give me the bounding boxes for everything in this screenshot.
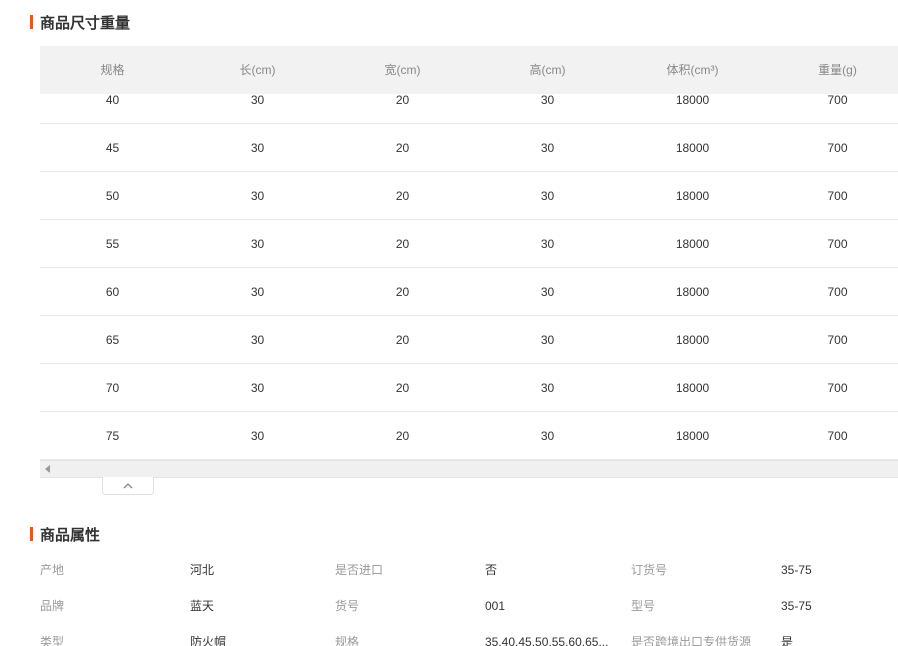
table-cell: 18000 bbox=[675, 141, 710, 155]
table-cell: 20 bbox=[395, 141, 410, 155]
size-header-cell: 体积(cm³) bbox=[666, 63, 719, 77]
size-table-header: 规格 长(cm) 宽(cm) 高(cm) 体积(cm³) 重量(g) bbox=[40, 46, 898, 94]
table-cell: 30 bbox=[250, 237, 265, 251]
attribute-row: 产地 河北 是否进口 否 订货号 35-75 bbox=[40, 552, 898, 588]
table-cell: 30 bbox=[540, 285, 555, 299]
attribute-key: 是否跨境出口专供货源 bbox=[631, 635, 752, 646]
table-cell: 30 bbox=[250, 141, 265, 155]
attribute-value: 35,40,45,50,55,60,65... bbox=[485, 635, 609, 646]
attribute-row: 品牌 蓝天 货号 001 型号 35-75 bbox=[40, 588, 898, 624]
size-table-body[interactable]: 40 30 20 30 18000 700 45 30 20 30 18000 700 50 30 20 30… bbox=[40, 94, 898, 460]
title-accent-bar bbox=[30, 527, 33, 541]
table-cell: 700 bbox=[827, 381, 848, 395]
table-cell: 20 bbox=[395, 94, 410, 107]
table-cell: 30 bbox=[540, 94, 555, 107]
table-cell: 18000 bbox=[675, 237, 710, 251]
size-header-cell: 高(cm) bbox=[529, 63, 566, 77]
size-table: 规格 长(cm) 宽(cm) 高(cm) 体积(cm³) 重量(g) 40 30 20 30 18… bbox=[40, 46, 898, 460]
size-header-cell: 长(cm) bbox=[239, 63, 276, 77]
table-cell: 18000 bbox=[675, 189, 710, 203]
table-cell: 50 bbox=[105, 189, 120, 203]
size-table-rows: 40 30 20 30 18000 700 45 30 20 30 18000 700 50 30 20 30… bbox=[40, 94, 898, 460]
table-cell: 700 bbox=[827, 237, 848, 251]
table-cell: 30 bbox=[250, 189, 265, 203]
table-cell: 20 bbox=[395, 381, 410, 395]
table-row: 70 30 20 30 18000 700 bbox=[40, 364, 898, 412]
table-row: 55 30 20 30 18000 700 bbox=[40, 220, 898, 268]
title-accent-bar bbox=[30, 15, 33, 29]
table-cell: 30 bbox=[250, 94, 265, 107]
attribute-grid: 产地 河北 是否进口 否 订货号 35-75 品牌 蓝天 货号 001 型号 35-75 类型 防火帽 规格… bbox=[40, 552, 898, 646]
table-cell: 700 bbox=[827, 285, 848, 299]
attribute-key: 产地 bbox=[40, 563, 65, 577]
table-cell: 700 bbox=[827, 429, 848, 443]
attribute-value: 河北 bbox=[190, 563, 215, 577]
table-cell: 20 bbox=[395, 429, 410, 443]
size-header-cell: 重量(g) bbox=[818, 63, 857, 77]
table-cell: 30 bbox=[540, 429, 555, 443]
table-cell: 75 bbox=[105, 429, 120, 443]
attribute-key: 货号 bbox=[335, 599, 360, 613]
table-cell: 30 bbox=[250, 333, 265, 347]
table-cell: 40 bbox=[105, 94, 120, 107]
attribute-value: 35-75 bbox=[781, 563, 812, 577]
attr-section-title-text: 商品属性 bbox=[40, 526, 101, 544]
table-cell: 18000 bbox=[675, 333, 710, 347]
table-cell: 700 bbox=[827, 189, 848, 203]
table-cell: 30 bbox=[250, 429, 265, 443]
attribute-value: 防火帽 bbox=[190, 635, 227, 646]
table-row: 75 30 20 30 18000 700 bbox=[40, 412, 898, 460]
size-header-cell: 规格 bbox=[100, 63, 125, 77]
attr-section-title: 商品属性 bbox=[30, 524, 100, 544]
table-cell: 30 bbox=[540, 381, 555, 395]
chevron-up-icon bbox=[123, 482, 133, 488]
horizontal-scrollbar[interactable] bbox=[40, 460, 898, 478]
table-cell: 70 bbox=[105, 381, 120, 395]
attribute-key: 类型 bbox=[40, 635, 65, 646]
table-row: 60 30 20 30 18000 700 bbox=[40, 268, 898, 316]
table-cell: 55 bbox=[105, 237, 120, 251]
table-row: 50 30 20 30 18000 700 bbox=[40, 172, 898, 220]
size-section-title: 商品尺寸重量 bbox=[30, 12, 130, 32]
triangle-left-icon[interactable] bbox=[45, 465, 50, 473]
table-cell: 60 bbox=[105, 285, 120, 299]
size-section-title-text: 商品尺寸重量 bbox=[40, 14, 131, 32]
attribute-row: 类型 防火帽 规格 35,40,45,50,55,60,65... 是否跨境出口专供货源… bbox=[40, 624, 898, 646]
attribute-key: 型号 bbox=[631, 599, 656, 613]
table-cell: 700 bbox=[827, 94, 848, 107]
table-cell: 30 bbox=[540, 141, 555, 155]
table-row: 65 30 20 30 18000 700 bbox=[40, 316, 898, 364]
attribute-key: 规格 bbox=[335, 635, 360, 646]
attribute-key: 品牌 bbox=[40, 599, 65, 613]
table-cell: 65 bbox=[105, 333, 120, 347]
size-header-cell: 宽(cm) bbox=[384, 63, 421, 77]
table-cell: 18000 bbox=[675, 429, 710, 443]
attribute-value: 蓝天 bbox=[190, 599, 215, 613]
table-row: 45 30 20 30 18000 700 bbox=[40, 124, 898, 172]
attribute-value: 否 bbox=[485, 563, 498, 577]
table-cell: 18000 bbox=[675, 285, 710, 299]
table-row: 40 30 20 30 18000 700 bbox=[40, 94, 898, 124]
table-cell: 18000 bbox=[675, 94, 710, 107]
table-cell: 20 bbox=[395, 285, 410, 299]
attribute-value: 001 bbox=[485, 599, 506, 613]
table-cell: 700 bbox=[827, 141, 848, 155]
collapse-button[interactable] bbox=[102, 477, 154, 495]
table-cell: 20 bbox=[395, 333, 410, 347]
attribute-value: 35-75 bbox=[781, 599, 812, 613]
table-cell: 700 bbox=[827, 333, 848, 347]
attribute-key: 是否进口 bbox=[335, 563, 384, 577]
table-cell: 18000 bbox=[675, 381, 710, 395]
table-cell: 20 bbox=[395, 189, 410, 203]
table-cell: 30 bbox=[250, 381, 265, 395]
table-cell: 20 bbox=[395, 237, 410, 251]
table-cell: 30 bbox=[540, 333, 555, 347]
table-cell: 30 bbox=[250, 285, 265, 299]
attribute-value: 是 bbox=[781, 635, 794, 646]
attribute-key: 订货号 bbox=[631, 563, 668, 577]
table-cell: 30 bbox=[540, 237, 555, 251]
table-cell: 30 bbox=[540, 189, 555, 203]
table-cell: 45 bbox=[105, 141, 120, 155]
